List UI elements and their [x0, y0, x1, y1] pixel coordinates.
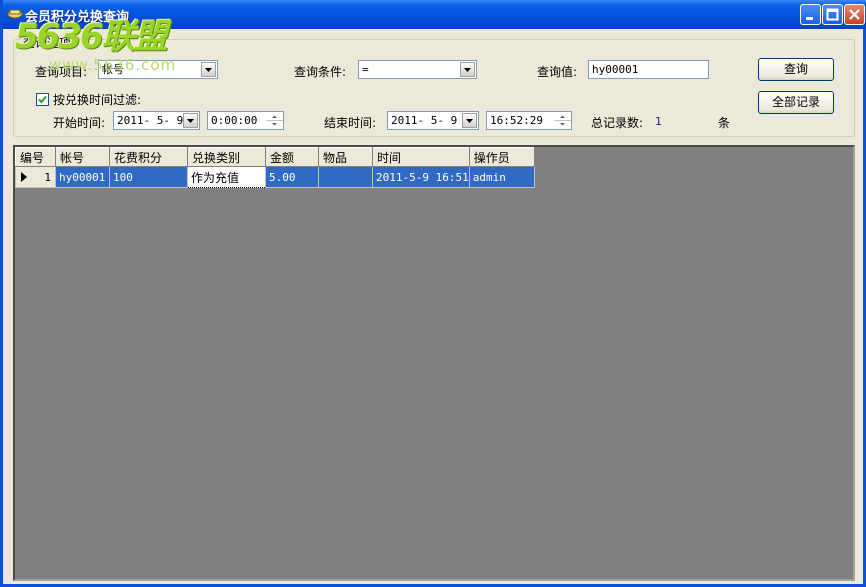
query-item-select[interactable]: 帐号: [98, 60, 218, 79]
column-header-operator[interactable]: 操作员: [468, 147, 535, 167]
chevron-down-icon: [466, 119, 473, 123]
total-records-value: 1: [655, 115, 662, 128]
start-date-value: 2011- 5- 9: [117, 114, 184, 127]
cell-operator[interactable]: admin: [468, 166, 535, 188]
chevron-down-icon: [464, 68, 471, 72]
column-header-id[interactable]: 编号: [15, 147, 56, 167]
minimize-icon: [806, 17, 813, 20]
cell-time[interactable]: 2011-5-9 16:51: [372, 166, 470, 188]
query-item-value: 帐号: [102, 63, 124, 76]
start-date-picker[interactable]: 2011- 5- 9: [113, 111, 200, 130]
start-time-value: 0:00:00: [211, 114, 258, 127]
end-time-spinner[interactable]: 16:52:29: [486, 111, 572, 130]
cell-account[interactable]: hy00001: [55, 166, 110, 188]
maximize-button[interactable]: [822, 4, 843, 25]
results-grid[interactable]: 编号 帐号 花费积分 兑换类别 金额 物品 时间 操作员 1 hy00001 1…: [13, 145, 855, 581]
column-header-account[interactable]: 帐号: [55, 147, 110, 167]
column-header-points[interactable]: 花费积分: [109, 147, 188, 167]
query-condition-select[interactable]: =: [358, 60, 477, 79]
table-header-row: 编号 帐号 花费积分 兑换类别 金额 物品 时间 操作员: [15, 147, 535, 167]
query-condition-label: 查询条件:: [294, 65, 347, 79]
start-time-spinner[interactable]: 0:00:00: [207, 111, 284, 130]
cell-id[interactable]: 1: [15, 166, 56, 188]
maximize-icon: [826, 8, 839, 21]
end-date-picker[interactable]: 2011- 5- 9: [387, 111, 479, 130]
search-button[interactable]: 查询: [758, 58, 834, 81]
cell-type[interactable]: 作为充值: [187, 166, 266, 188]
spin-arrows-icon: [554, 115, 571, 126]
column-header-item[interactable]: 物品: [318, 147, 373, 167]
window-title: 会员积分兑换查询: [25, 10, 130, 25]
chevron-down-icon: [205, 68, 212, 72]
start-date-dropdown-button[interactable]: [183, 113, 198, 128]
query-condition-value: =: [362, 63, 369, 76]
spin-arrows-icon: [266, 115, 283, 126]
end-date-dropdown-button[interactable]: [462, 113, 477, 128]
minimize-button[interactable]: [800, 4, 821, 25]
end-time-spin-buttons[interactable]: [554, 112, 571, 129]
query-value-label: 查询值:: [537, 65, 578, 79]
end-date-value: 2011- 5- 9: [391, 114, 458, 127]
cell-amount[interactable]: 5.00: [265, 166, 319, 188]
cell-id-text: 1: [44, 170, 51, 184]
cell-points[interactable]: 100: [109, 166, 188, 188]
results-table: 编号 帐号 花费积分 兑换类别 金额 物品 时间 操作员 1 hy00001 1…: [15, 147, 535, 188]
query-value-text: hy00001: [592, 63, 639, 76]
column-header-type[interactable]: 兑换类别: [187, 147, 266, 167]
all-records-button[interactable]: 全部记录: [758, 91, 834, 114]
main-window: 会员积分兑换查询 5636联盟 www.5636.com 查询选项 查询项目: …: [0, 0, 866, 587]
cell-item[interactable]: [318, 166, 373, 188]
total-records-label: 总记录数:: [591, 116, 644, 130]
table-row[interactable]: 1 hy00001 100 作为充值 5.00 2011-5-9 16:51 a…: [15, 166, 535, 188]
title-bar[interactable]: 会员积分兑换查询: [3, 0, 866, 29]
column-header-amount[interactable]: 金额: [265, 147, 319, 167]
end-time-label: 结束时间:: [324, 116, 377, 130]
app-icon: [7, 9, 23, 19]
close-icon: [849, 9, 860, 20]
end-time-value: 16:52:29: [490, 114, 543, 127]
column-header-time[interactable]: 时间: [372, 147, 470, 167]
time-filter-checkbox[interactable]: [36, 93, 49, 106]
row-pointer-icon: [21, 172, 27, 182]
group-title: 查询选项: [21, 34, 74, 51]
chevron-down-icon: [187, 119, 194, 123]
total-records-unit: 条: [718, 116, 731, 130]
start-time-spin-buttons[interactable]: [266, 112, 283, 129]
close-button[interactable]: [844, 4, 865, 25]
time-filter-label[interactable]: 按兑换时间过滤:: [53, 91, 141, 108]
query-item-dropdown-button[interactable]: [201, 62, 216, 77]
query-condition-dropdown-button[interactable]: [460, 62, 475, 77]
query-value-input[interactable]: hy00001: [588, 60, 709, 79]
query-item-label: 查询项目:: [35, 65, 88, 79]
start-time-label: 开始时间:: [53, 116, 106, 130]
